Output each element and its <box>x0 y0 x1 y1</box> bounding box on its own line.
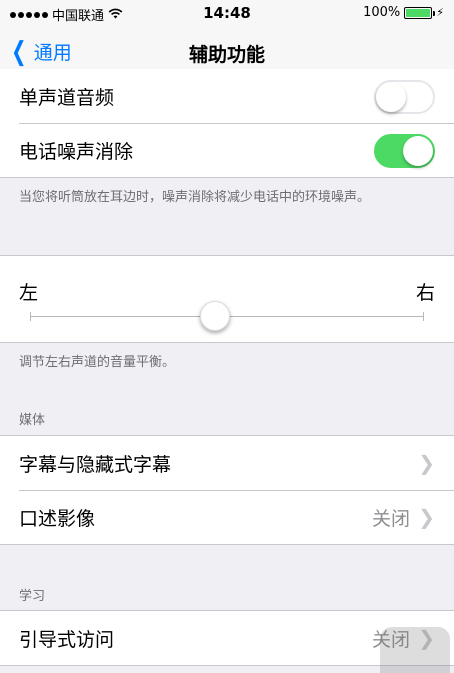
slider-tick-left <box>30 312 31 321</box>
subtitles-label: 字幕与隐藏式字幕 <box>19 453 172 476</box>
guided-access-label: 引导式访问 <box>19 628 115 651</box>
mono-audio-label: 单声道音频 <box>19 86 115 109</box>
phone-noise-row: 电话噪声消除 <box>0 123 454 177</box>
slider-tick-right <box>423 312 424 321</box>
audio-desc-row[interactable]: 口述影像 关闭 ❯ <box>0 490 454 544</box>
phone-noise-label: 电话噪声消除 <box>19 140 134 163</box>
mono-audio-toggle[interactable] <box>374 80 435 114</box>
media-section-header: 媒体 <box>19 413 46 428</box>
assistive-touch-button[interactable] <box>380 627 450 673</box>
chevron-right-icon: ❯ <box>418 451 435 475</box>
battery-percent: 100% <box>363 5 401 20</box>
balance-slider-track[interactable] <box>30 301 424 331</box>
balance-right-label: 右 <box>415 282 435 304</box>
page-title: 辅助功能 <box>188 44 265 66</box>
balance-group: 左 右 <box>0 255 454 343</box>
balance-left-label: 左 <box>19 282 39 304</box>
mono-audio-row: 单声道音频 <box>0 69 454 123</box>
battery-icon <box>404 6 436 19</box>
audio-desc-value: 关闭 <box>371 507 410 530</box>
balance-slider-thumb[interactable] <box>200 301 231 331</box>
audio-desc-label: 口述影像 <box>19 507 96 530</box>
media-group: 字幕与隐藏式字幕 ❯ 口述影像 关闭 ❯ <box>0 435 454 545</box>
phone-noise-toggle[interactable] <box>374 134 435 168</box>
balance-footnote: 调节左右声道的音量平衡。 <box>19 355 176 370</box>
noise-footnote: 当您将听筒放在耳边时，噪声消除将减少电话中的环境噪声。 <box>19 190 371 205</box>
subtitles-row[interactable]: 字幕与隐藏式字幕 ❯ <box>0 436 454 490</box>
status-bar: 中国联通 14:48 100% ⚡ <box>0 0 454 28</box>
audio-group: 单声道音频 电话噪声消除 <box>0 69 454 178</box>
bolt-icon: ⚡ <box>436 6 444 19</box>
chevron-right-icon: ❯ <box>418 505 435 529</box>
status-right: 100% ⚡ <box>363 5 444 20</box>
learning-section-header: 学习 <box>19 589 46 604</box>
